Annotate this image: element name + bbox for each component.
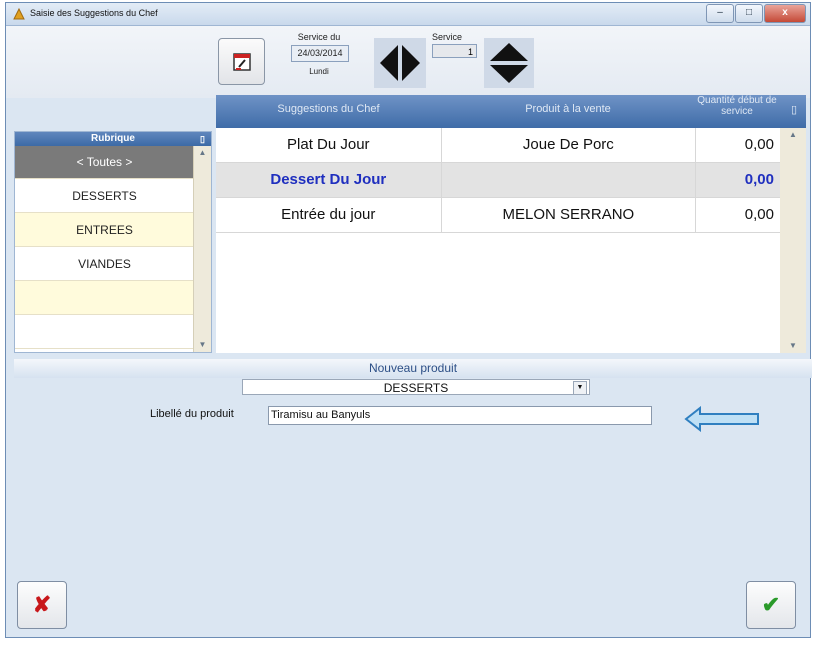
pointer-arrow-icon — [684, 406, 759, 432]
libelle-input[interactable]: Tiramisu au Banyuls — [268, 406, 652, 425]
scroll-down-icon[interactable]: ▼ — [780, 339, 806, 353]
column-header-suggestions[interactable]: Suggestions du Chef — [216, 103, 441, 115]
toolbar: Service du 24/03/2014 Lundi Service 1 — [6, 26, 810, 98]
service-label: Service — [432, 32, 463, 42]
rubrique-item-empty[interactable] — [15, 315, 194, 349]
cell-suggestion: Dessert Du Jour — [216, 163, 442, 197]
service-du-label: Service du — [297, 32, 341, 42]
close-button[interactable]: x — [764, 4, 806, 23]
cell-produit — [442, 163, 697, 197]
service-nav-arrows[interactable] — [484, 38, 534, 88]
cell-produit: MELON SERRANO — [442, 198, 697, 232]
rubrique-item-viandes[interactable]: VIANDES — [15, 247, 194, 281]
date-nav-arrows[interactable] — [374, 38, 426, 88]
rubrique-header: Rubrique ▯ — [15, 132, 211, 146]
table-row[interactable]: Plat Du Jour Joue De Porc 0,00 — [216, 128, 780, 163]
cell-quantite: 0,00 — [744, 206, 774, 223]
rubrique-scrollbar[interactable]: ▲ ▼ — [193, 146, 211, 352]
scroll-up-icon[interactable]: ▲ — [780, 128, 806, 142]
validate-button[interactable]: ✔ — [746, 581, 796, 629]
up-down-arrows-icon — [490, 43, 528, 83]
rubrique-list: Rubrique ▯ < Toutes > DESSERTS ENTREES V… — [14, 131, 212, 353]
cell-suggestion: Entrée du jour — [216, 198, 442, 232]
service-date-field[interactable]: 24/03/2014 — [291, 45, 349, 62]
title-bar: Saisie des Suggestions du Chef – □ x — [6, 3, 810, 26]
checkmark-icon: ✔ — [761, 592, 781, 617]
maximize-button[interactable]: □ — [735, 4, 763, 23]
main-window: Saisie des Suggestions du Chef – □ x Ser… — [5, 2, 812, 638]
libelle-label: Libellé du produit — [150, 408, 234, 420]
calendar-icon — [232, 52, 251, 71]
cancel-button[interactable]: ✘ — [17, 581, 67, 629]
app-icon — [13, 7, 25, 20]
rubrique-item-entrees[interactable]: ENTREES — [15, 213, 194, 247]
chevron-down-icon[interactable]: ▼ — [573, 381, 587, 395]
window-title: Saisie des Suggestions du Chef — [30, 8, 158, 18]
cell-quantite: 0,00 — [744, 136, 774, 153]
table-row[interactable]: Dessert Du Jour 0,00 — [216, 163, 780, 198]
column-header-produit[interactable]: Produit à la vente — [441, 103, 695, 115]
table-scrollbar[interactable]: ▲ ▼ — [780, 128, 806, 353]
left-right-arrows-icon — [380, 45, 420, 81]
scroll-up-icon[interactable]: ▲ — [194, 146, 211, 160]
category-select[interactable]: DESSERTS ▼ — [242, 379, 590, 395]
suggestions-table: Suggestions du Chef Produit à la vente Q… — [216, 95, 806, 353]
service-number-field[interactable]: 1 — [432, 44, 477, 58]
rubrique-header-label: Rubrique — [91, 133, 135, 144]
column-header-quantite[interactable]: Quantité début de service — [695, 95, 779, 117]
column-menu-icon[interactable]: ▯ — [786, 103, 802, 116]
table-header: Suggestions du Chef Produit à la vente Q… — [216, 95, 806, 128]
rubrique-item-empty[interactable] — [15, 281, 194, 315]
close-x-icon: ✘ — [32, 592, 52, 617]
table-row[interactable]: Entrée du jour MELON SERRANO 0,00 — [216, 198, 780, 233]
category-select-value: DESSERTS — [383, 381, 449, 395]
cell-suggestion: Plat Du Jour — [216, 128, 442, 162]
cell-produit: Joue De Porc — [442, 128, 697, 162]
new-product-header: Nouveau produit — [14, 359, 812, 378]
minimize-button[interactable]: – — [706, 4, 734, 23]
table-body: Plat Du Jour Joue De Porc 0,00 Dessert D… — [216, 128, 780, 233]
cell-quantite: 0,00 — [744, 171, 774, 188]
scroll-down-icon[interactable]: ▼ — [194, 338, 211, 352]
window-controls: – □ x — [706, 4, 806, 23]
day-label: Lundi — [309, 67, 329, 76]
rubrique-item-desserts[interactable]: DESSERTS — [15, 179, 194, 213]
calendar-button[interactable] — [218, 38, 265, 85]
column-menu-icon[interactable]: ▯ — [200, 132, 205, 146]
rubrique-item-toutes[interactable]: < Toutes > — [15, 146, 194, 179]
